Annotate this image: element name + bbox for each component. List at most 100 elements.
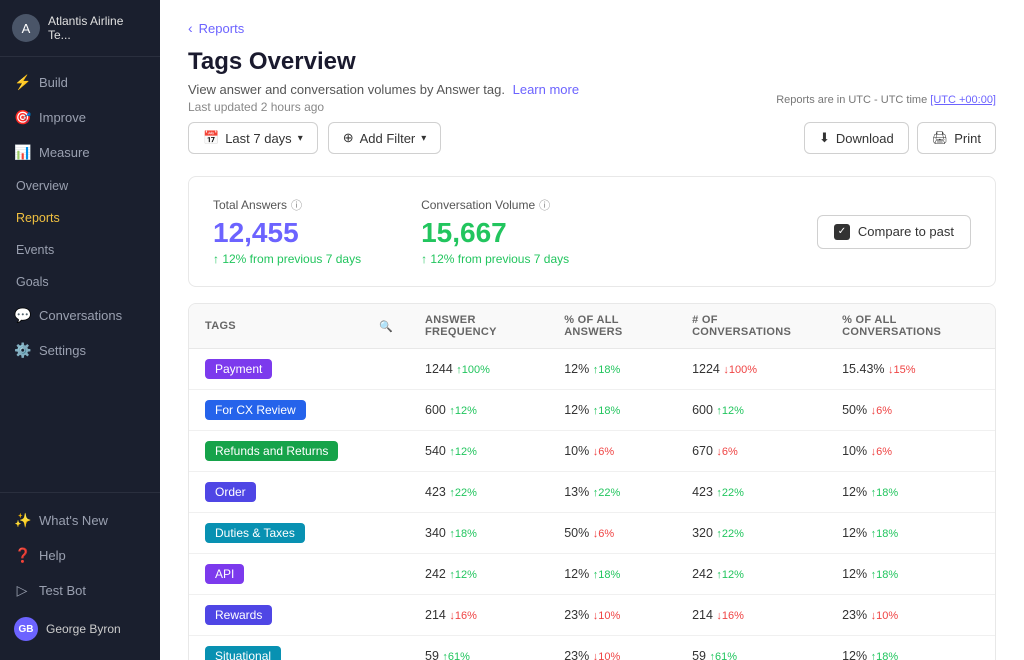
sidebar-item-label: Goals bbox=[16, 275, 49, 289]
num-conv-cell: 214 ↓16% bbox=[676, 595, 826, 636]
date-range-button[interactable]: 📅 Last 7 days ▾ bbox=[188, 122, 318, 154]
total-answers-change: ↑ 12% from previous 7 days bbox=[213, 252, 361, 266]
sidebar-item-overview[interactable]: Overview bbox=[0, 170, 160, 202]
table-row: Order 423 ↑22% 13% ↑22% 423 ↑22% 12% ↑18… bbox=[189, 472, 995, 513]
table-row: Refunds and Returns 540 ↑12% 10% ↓6% 670… bbox=[189, 431, 995, 472]
pct-answers-change: ↓6% bbox=[593, 528, 614, 540]
sidebar-item-label: Overview bbox=[16, 179, 68, 193]
learn-more-link[interactable]: Learn more bbox=[513, 82, 579, 97]
answer-freq-cell: 242 ↑12% bbox=[409, 554, 548, 595]
sidebar-item-measure[interactable]: 📊 Measure bbox=[0, 135, 160, 170]
answer-freq-cell: 214 ↓16% bbox=[409, 595, 548, 636]
conversation-volume-value: 15,667 bbox=[421, 217, 569, 249]
tag-cell: Rewards bbox=[189, 595, 409, 636]
sidebar-item-label: Improve bbox=[39, 110, 86, 125]
pct-answers-change: ↓10% bbox=[593, 610, 621, 622]
sidebar-brand[interactable]: A Atlantis Airline Te... bbox=[0, 0, 160, 57]
conversations-icon: 💬 bbox=[14, 307, 30, 324]
sidebar-item-build[interactable]: ⚡ Build bbox=[0, 65, 160, 100]
sidebar-item-test-bot[interactable]: ▷ Test Bot bbox=[0, 573, 160, 608]
sidebar-item-conversations[interactable]: 💬 Conversations bbox=[0, 298, 160, 333]
num-conv-change: ↓16% bbox=[716, 610, 744, 622]
sidebar-user[interactable]: GB George Byron bbox=[0, 608, 160, 650]
sidebar-item-label: Help bbox=[39, 548, 66, 563]
table-body: Payment 1244 ↑100% 12% ↑18% 1224 ↓100% 1… bbox=[189, 349, 995, 660]
answer-freq-cell: 423 ↑22% bbox=[409, 472, 548, 513]
col-num-conv: # OF CONVERSATIONS bbox=[676, 304, 826, 349]
pct-answers-change: ↓6% bbox=[593, 446, 614, 458]
answer-freq-change: ↑12% bbox=[449, 569, 477, 581]
info-icon-2[interactable]: ⓘ bbox=[539, 197, 550, 213]
user-name: George Byron bbox=[46, 622, 121, 636]
tag-badge: Rewards bbox=[205, 605, 272, 625]
add-filter-button[interactable]: ⊕ Add Filter ▾ bbox=[328, 122, 442, 154]
utc-notice: Reports are in UTC - UTC time [UTC +00:0… bbox=[776, 94, 996, 106]
sidebar-item-help[interactable]: ❓ Help bbox=[0, 538, 160, 573]
sidebar-item-reports[interactable]: Reports bbox=[0, 202, 160, 234]
tag-cell: Order bbox=[189, 472, 409, 513]
tag-cell: API bbox=[189, 554, 409, 595]
table-row: Situational 59 ↑61% 23% ↓10% 59 ↑61% 12%… bbox=[189, 636, 995, 660]
sidebar-bottom: ✨ What's New ❓ Help ▷ Test Bot GB George… bbox=[0, 492, 160, 660]
download-button[interactable]: ⬇ Download bbox=[804, 122, 909, 154]
sidebar-item-improve[interactable]: 🎯 Improve bbox=[0, 100, 160, 135]
search-icon[interactable]: 🔍 bbox=[379, 320, 393, 333]
num-conv-change: ↑22% bbox=[716, 528, 744, 540]
conversation-volume-label: Conversation Volume ⓘ bbox=[421, 197, 569, 213]
utc-link[interactable]: [UTC +00:00] bbox=[930, 94, 996, 106]
sidebar-item-events[interactable]: Events bbox=[0, 234, 160, 266]
chevron-down-icon: ▾ bbox=[298, 133, 303, 144]
toolbar-left: 📅 Last 7 days ▾ ⊕ Add Filter ▾ bbox=[188, 122, 794, 154]
answer-freq-change: ↑61% bbox=[442, 651, 470, 660]
breadcrumb-link[interactable]: Reports bbox=[199, 21, 245, 36]
print-button[interactable]: 🖨 Print bbox=[917, 122, 996, 154]
tag-badge: Situational bbox=[205, 646, 281, 660]
answer-freq-change: ↑12% bbox=[449, 405, 477, 417]
avatar: GB bbox=[14, 617, 38, 641]
pct-conv-cell: 12% ↑18% bbox=[826, 513, 995, 554]
num-conv-change: ↓6% bbox=[716, 446, 737, 458]
pct-answers-change: ↑22% bbox=[593, 487, 621, 499]
answer-freq-cell: 600 ↑12% bbox=[409, 390, 548, 431]
sidebar-item-label: Measure bbox=[39, 145, 90, 160]
pct-conv-cell: 12% ↑18% bbox=[826, 636, 995, 660]
table-row: Duties & Taxes 340 ↑18% 50% ↓6% 320 ↑22%… bbox=[189, 513, 995, 554]
page-title: Tags Overview bbox=[188, 48, 996, 76]
filter-icon: ⊕ bbox=[343, 130, 354, 146]
pct-answers-change: ↓10% bbox=[593, 651, 621, 660]
pct-answers-cell: 13% ↑22% bbox=[548, 472, 676, 513]
build-icon: ⚡ bbox=[14, 74, 30, 91]
pct-conv-change: ↓6% bbox=[871, 446, 892, 458]
chevron-down-icon: ▾ bbox=[421, 133, 426, 144]
pct-conv-cell: 23% ↓10% bbox=[826, 595, 995, 636]
pct-conv-change: ↑18% bbox=[871, 569, 899, 581]
stats-panel: Total Answers ⓘ 12,455 ↑ 12% from previo… bbox=[188, 176, 996, 287]
pct-answers-cell: 23% ↓10% bbox=[548, 636, 676, 660]
sidebar-item-settings[interactable]: ⚙️ Settings bbox=[0, 333, 160, 368]
pct-conv-cell: 50% ↓6% bbox=[826, 390, 995, 431]
whats-new-icon: ✨ bbox=[14, 512, 30, 529]
help-icon: ❓ bbox=[14, 547, 30, 564]
tag-cell: Duties & Taxes bbox=[189, 513, 409, 554]
tag-badge: API bbox=[205, 564, 244, 584]
info-icon[interactable]: ⓘ bbox=[291, 197, 302, 213]
toolbar-right: ⬇ Download 🖨 Print bbox=[804, 122, 996, 154]
tags-table: TAGS 🔍 ANSWER FREQUENCY % OF ALL ANSWERS… bbox=[188, 303, 996, 660]
pct-conv-change: ↑18% bbox=[871, 528, 899, 540]
sidebar-item-label: What's New bbox=[39, 513, 108, 528]
content-area: ‹ Reports Tags Overview View answer and … bbox=[160, 0, 1024, 660]
compare-to-past-button[interactable]: ✓ Compare to past bbox=[817, 215, 971, 249]
answer-freq-cell: 340 ↑18% bbox=[409, 513, 548, 554]
test-bot-icon: ▷ bbox=[14, 582, 30, 599]
pct-answers-change: ↑18% bbox=[593, 405, 621, 417]
table-row: Payment 1244 ↑100% 12% ↑18% 1224 ↓100% 1… bbox=[189, 349, 995, 390]
col-answer-freq: ANSWER FREQUENCY bbox=[409, 304, 548, 349]
num-conv-cell: 600 ↑12% bbox=[676, 390, 826, 431]
toolbar: 📅 Last 7 days ▾ ⊕ Add Filter ▾ ⬇ Downloa… bbox=[188, 122, 996, 154]
pct-conv-cell: 12% ↑18% bbox=[826, 554, 995, 595]
num-conv-cell: 670 ↓6% bbox=[676, 431, 826, 472]
tag-cell: Refunds and Returns bbox=[189, 431, 409, 472]
sidebar-item-goals[interactable]: Goals bbox=[0, 266, 160, 298]
sidebar-item-whats-new[interactable]: ✨ What's New bbox=[0, 503, 160, 538]
sidebar: A Atlantis Airline Te... ⚡ Build 🎯 Impro… bbox=[0, 0, 160, 660]
